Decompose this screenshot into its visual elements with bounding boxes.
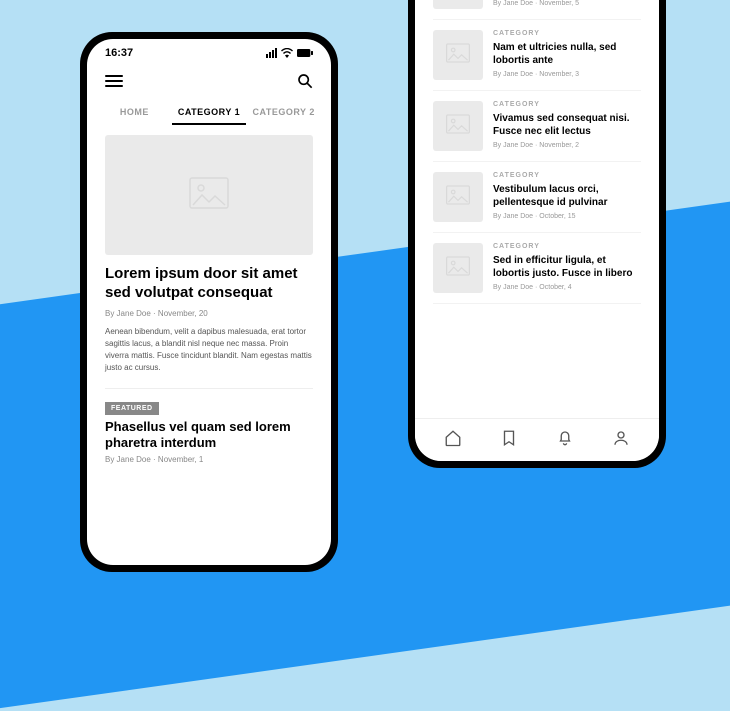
featured-article-title[interactable]: Phasellus vel quam sed lorem pharetra in… bbox=[105, 419, 313, 452]
search-button[interactable] bbox=[297, 73, 313, 89]
phone-mockup-left: 16:37 HOME CATEGORY 1 CATEGORY 2 bbox=[80, 32, 338, 572]
tabs: HOME CATEGORY 1 CATEGORY 2 bbox=[87, 101, 331, 125]
article-thumbnail bbox=[433, 172, 483, 222]
image-placeholder-icon bbox=[446, 185, 470, 210]
article-byline: By Jane Doe · November, 2 bbox=[493, 142, 641, 149]
article-title: Vestibulum lacus orci, pellentesque id p… bbox=[493, 183, 641, 209]
status-bar: 16:37 bbox=[87, 39, 331, 63]
nav-bookmarks[interactable] bbox=[500, 429, 518, 447]
lead-article-byline: By Jane Doe · November, 20 bbox=[105, 309, 313, 318]
home-icon bbox=[444, 429, 462, 447]
article-thumbnail bbox=[433, 101, 483, 151]
lead-article-image[interactable] bbox=[105, 135, 313, 255]
article-byline: By Jane Doe · November, 5 bbox=[493, 0, 641, 7]
user-icon bbox=[612, 429, 630, 447]
signal-icon bbox=[266, 48, 277, 58]
list-item[interactable]: CATEGORY Sed in efficitur ligula, et lob… bbox=[433, 233, 641, 304]
nav-notifications[interactable] bbox=[556, 429, 574, 447]
list-item[interactable]: CATEGORY Nam et ultricies nulla, sed lob… bbox=[433, 20, 641, 91]
tab-home[interactable]: HOME bbox=[97, 101, 172, 125]
list-item[interactable]: CATEGORY Vivamus sed consequat nisi. Fus… bbox=[433, 91, 641, 162]
lead-article-title[interactable]: Lorem ipsum door sit amet sed volutpat c… bbox=[105, 265, 313, 303]
article-title: Sed in efficitur ligula, et lobortis jus… bbox=[493, 254, 641, 280]
battery-icon bbox=[297, 49, 313, 57]
divider bbox=[105, 388, 313, 389]
image-placeholder-icon bbox=[446, 256, 470, 281]
featured-article-byline: By Jane Doe · November, 1 bbox=[105, 455, 313, 464]
article-byline: By Jane Doe · October, 4 bbox=[493, 284, 641, 291]
article-title: Nam et ultricies nulla, sed lobortis ant… bbox=[493, 41, 641, 67]
article-category: CATEGORY bbox=[493, 101, 641, 108]
featured-badge: FEATURED bbox=[105, 402, 159, 415]
article-category: CATEGORY bbox=[493, 243, 641, 250]
article-thumbnail bbox=[433, 243, 483, 293]
tab-category-1[interactable]: CATEGORY 1 bbox=[172, 101, 247, 125]
status-time: 16:37 bbox=[105, 47, 133, 59]
lead-article-excerpt: Aenean bibendum, velit a dapibus malesua… bbox=[105, 326, 313, 374]
nav-profile[interactable] bbox=[612, 429, 630, 447]
nav-home[interactable] bbox=[444, 429, 462, 447]
list-item[interactable]: CATEGORY Vestibulum lacus orci, pellente… bbox=[433, 162, 641, 233]
image-placeholder-icon bbox=[446, 114, 470, 139]
article-category: CATEGORY bbox=[493, 30, 641, 37]
wifi-icon bbox=[281, 48, 293, 58]
phone-mockup-right: CATEGORY Lorem ipsum dolor sit amet sed … bbox=[408, 0, 666, 468]
article-byline: By Jane Doe · November, 3 bbox=[493, 71, 641, 78]
bell-icon bbox=[556, 429, 574, 447]
tab-category-2[interactable]: CATEGORY 2 bbox=[246, 101, 321, 125]
article-title: Vivamus sed consequat nisi. Fusce nec el… bbox=[493, 112, 641, 138]
menu-button[interactable] bbox=[105, 75, 123, 87]
bookmark-icon bbox=[500, 429, 518, 447]
image-placeholder-icon bbox=[189, 177, 229, 214]
image-placeholder-icon bbox=[446, 43, 470, 68]
list-item[interactable]: CATEGORY Lorem ipsum dolor sit amet sed … bbox=[433, 0, 641, 20]
article-thumbnail bbox=[433, 30, 483, 80]
article-byline: By Jane Doe · October, 15 bbox=[493, 213, 641, 220]
article-list: CATEGORY Lorem ipsum dolor sit amet sed … bbox=[415, 0, 659, 304]
bottom-nav bbox=[415, 418, 659, 461]
article-category: CATEGORY bbox=[493, 172, 641, 179]
article-thumbnail bbox=[433, 0, 483, 9]
